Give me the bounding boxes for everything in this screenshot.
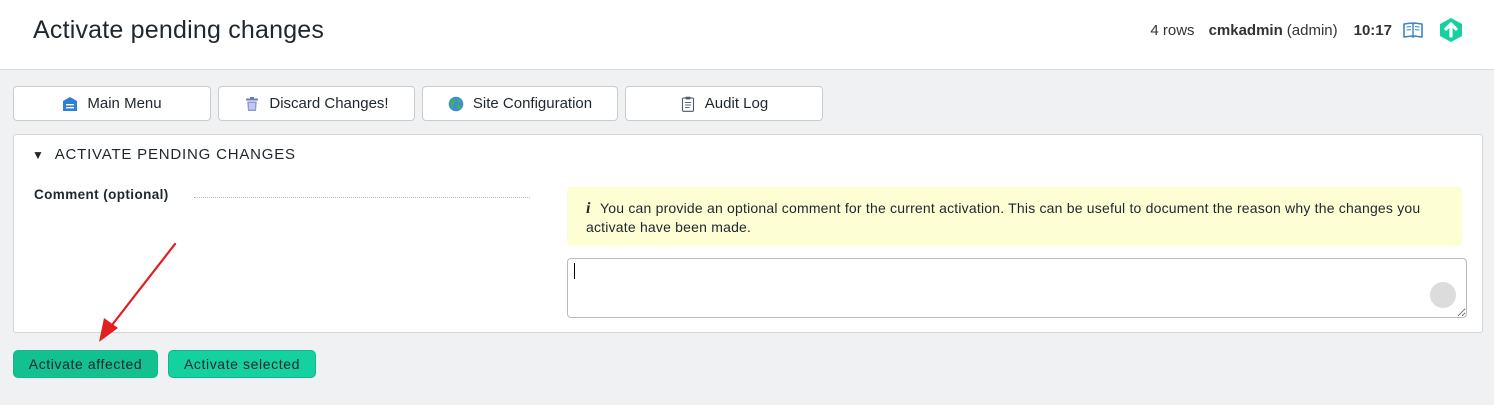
user-role: (admin) — [1286, 21, 1338, 39]
page-title: Activate pending changes — [33, 16, 325, 44]
main-menu-icon — [62, 96, 78, 112]
trash-icon — [244, 96, 260, 112]
username[interactable]: cmkadmin — [1209, 22, 1283, 39]
page-header: Activate pending changes 4 rows cmkadmin… — [0, 0, 1494, 70]
activate-selected-button[interactable]: Activate selected — [168, 350, 316, 378]
comment-label: Comment (optional) — [34, 187, 169, 202]
info-text: You can provide an optional comment for … — [586, 200, 1421, 235]
discard-changes-label: Discard Changes! — [269, 95, 389, 112]
info-icon: i — [586, 200, 591, 217]
globe-icon — [448, 96, 464, 112]
activate-changes-panel: ▼ ACTIVATE PENDING CHANGES Comment (opti… — [13, 134, 1483, 333]
site-configuration-button[interactable]: Site Configuration — [422, 86, 618, 121]
panel-header[interactable]: ▼ ACTIVATE PENDING CHANGES — [32, 146, 296, 163]
audit-log-button[interactable]: Audit Log — [625, 86, 823, 121]
book-icon[interactable] — [1402, 19, 1424, 41]
site-configuration-label: Site Configuration — [472, 95, 593, 112]
activate-affected-button[interactable]: Activate affected — [13, 350, 158, 378]
page-menu-toolbar: Main Menu Discard Changes! Site Configur… — [13, 86, 823, 121]
main-menu-label: Main Menu — [87, 95, 162, 112]
clock: 10:17 — [1353, 21, 1392, 39]
info-message: i You can provide an optional comment for… — [567, 187, 1462, 246]
audit-log-label: Audit Log — [704, 95, 769, 112]
checkmk-logo-icon[interactable] — [1438, 17, 1464, 43]
rows-count: 4 rows — [1150, 21, 1195, 39]
input-assist-icon[interactable] — [1430, 282, 1456, 308]
clipboard-icon — [680, 96, 696, 112]
discard-changes-button[interactable]: Discard Changes! — [218, 86, 415, 121]
panel-title: ACTIVATE PENDING CHANGES — [54, 146, 296, 163]
collapse-triangle-icon[interactable]: ▼ — [32, 148, 45, 162]
label-dots-divider — [194, 197, 530, 198]
header-status: 4 rows cmkadmin (admin) 10:17 — [1150, 16, 1464, 44]
comment-textarea[interactable] — [567, 258, 1467, 318]
text-cursor — [574, 263, 575, 279]
main-menu-button[interactable]: Main Menu — [13, 86, 211, 121]
